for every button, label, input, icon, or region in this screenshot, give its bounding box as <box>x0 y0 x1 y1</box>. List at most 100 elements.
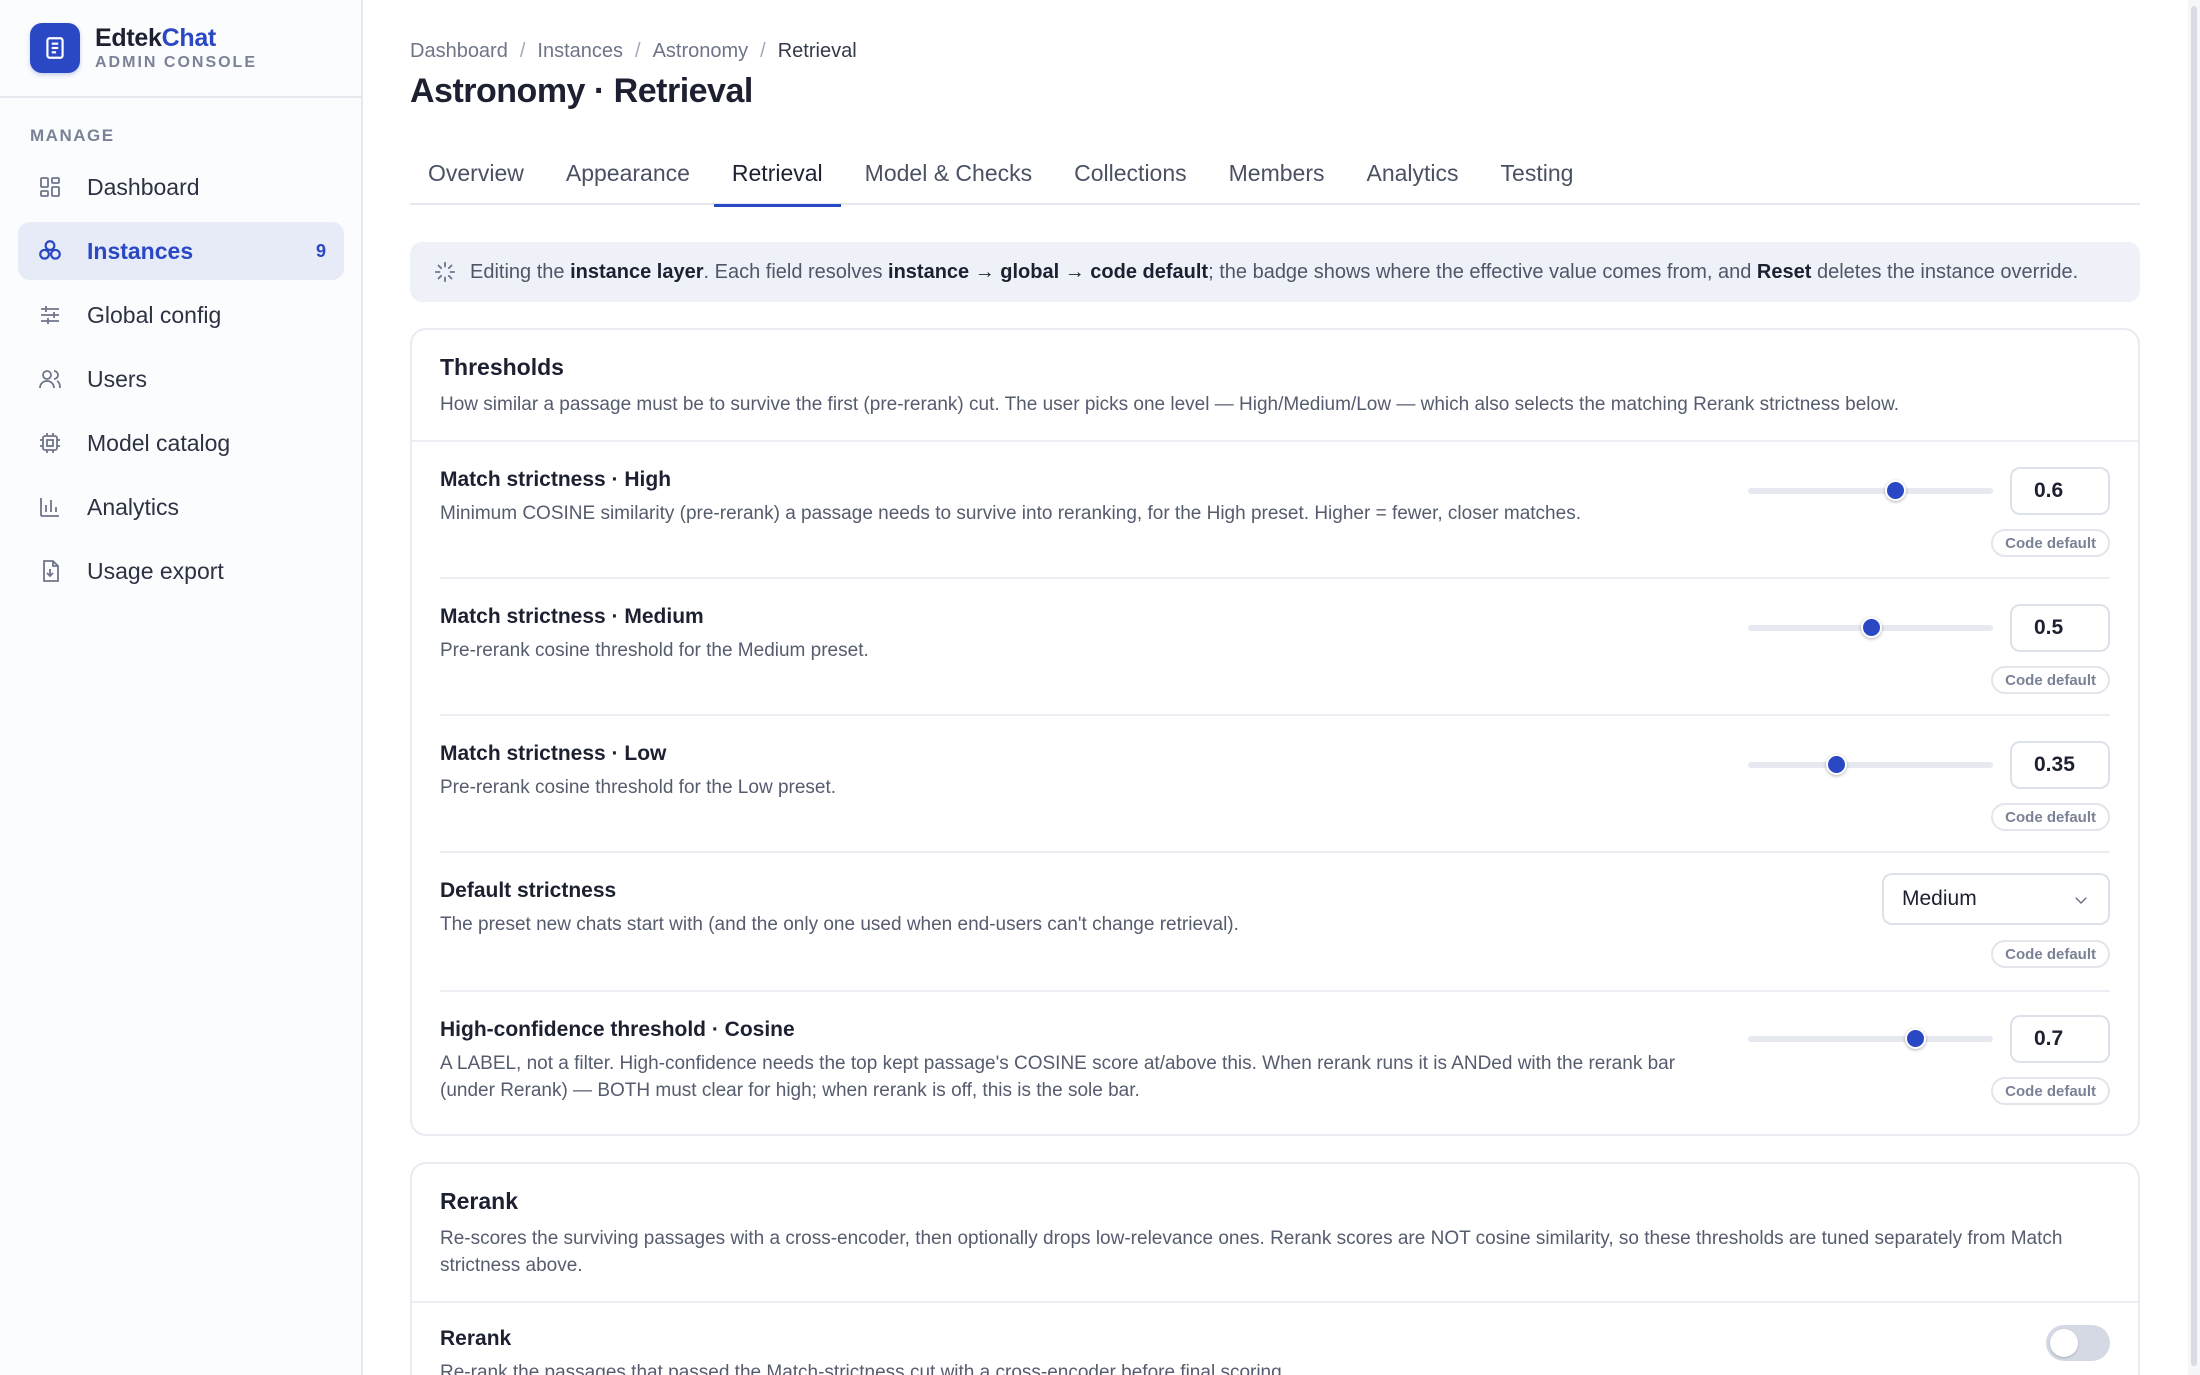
rerank-toggle[interactable] <box>2046 1325 2110 1361</box>
banner-text-2: . Each field resolves <box>703 260 889 283</box>
slider-thumb[interactable] <box>1885 480 1906 501</box>
card-title: Thresholds <box>440 354 564 380</box>
bar-chart-icon <box>36 493 64 521</box>
loader-icon <box>434 261 456 283</box>
high-confidence-slider[interactable] <box>1748 1028 1993 1049</box>
breadcrumb: Dashboard / Instances / Astronomy / Retr… <box>410 40 857 63</box>
tab-collections[interactable]: Collections <box>1056 148 1205 205</box>
tab-analytics[interactable]: Analytics <box>1349 148 1477 205</box>
source-badge: Code default <box>1991 940 2110 968</box>
match-high-input[interactable]: 0.6 <box>2010 467 2110 515</box>
sliders-icon <box>36 301 64 329</box>
setting-title: Match strictness · Low <box>440 742 667 765</box>
app-name: EdtekChat <box>95 24 257 52</box>
rerank-card: Rerank Re-scores the surviving passages … <box>410 1162 2140 1375</box>
match-low-input[interactable]: 0.35 <box>2010 741 2110 789</box>
banner-text-4: deletes the instance override. <box>1811 260 2079 283</box>
setting-row-high-confidence: High-confidence threshold · Cosine A LAB… <box>440 992 2110 1134</box>
sidebar-item-instances[interactable]: Instances 9 <box>18 222 344 280</box>
breadcrumb-separator: / <box>519 40 526 62</box>
brand: EdtekChat ADMIN CONSOLE <box>0 0 361 98</box>
setting-description: A LABEL, not a filter. High-confidence n… <box>440 1053 1676 1101</box>
instances-count-badge: 9 <box>315 240 326 261</box>
default-strictness-select[interactable]: Medium <box>1882 873 2110 925</box>
app-logo-icon[interactable] <box>30 23 80 73</box>
slider-thumb[interactable] <box>1826 754 1848 775</box>
rerank-card-header: Rerank Re-scores the surviving passages … <box>412 1164 2138 1303</box>
breadcrumb-item-astronomy[interactable]: Astronomy <box>653 40 749 63</box>
slider-thumb[interactable] <box>1904 1028 1926 1049</box>
match-medium-slider[interactable] <box>1748 617 1993 638</box>
tab-appearance[interactable]: Appearance <box>548 148 708 205</box>
tab-retrieval[interactable]: Retrieval <box>713 148 841 207</box>
file-download-icon <box>36 557 64 585</box>
banner-text: Editing the instance layer. Each field r… <box>470 261 2078 284</box>
banner-text-1: Editing the <box>470 260 571 283</box>
setting-description: Re-rank the passages that passed the Mat… <box>440 1362 1287 1375</box>
setting-title: Match strictness · Medium <box>440 605 704 628</box>
setting-row-default-strictness: Default strictness The preset new chats … <box>440 853 2110 992</box>
card-title: Rerank <box>440 1188 518 1214</box>
sidebar-item-analytics[interactable]: Analytics <box>18 478 344 536</box>
tab-bar: Overview Appearance Retrieval Model & Ch… <box>410 148 2140 207</box>
breadcrumb-item-current: Retrieval <box>777 40 857 62</box>
source-badge: Code default <box>1991 803 2110 831</box>
tab-model-checks[interactable]: Model & Checks <box>847 148 1050 205</box>
setting-row-match-high: Match strictness · High Minimum COSINE s… <box>440 442 2110 579</box>
page-scrollbar[interactable] <box>2188 0 2200 1375</box>
card-description: Re-scores the surviving passages with a … <box>440 1228 2063 1276</box>
tab-testing[interactable]: Testing <box>1483 148 1592 205</box>
banner-emphasis-2: instance → global → code default <box>888 260 1209 283</box>
sidebar-item-label: Instances <box>87 237 194 264</box>
setting-description: The preset new chats start with (and the… <box>440 914 1239 935</box>
banner-emphasis-3: Reset <box>1756 260 1812 283</box>
setting-title: Match strictness · High <box>440 468 672 491</box>
info-banner: Editing the instance layer. Each field r… <box>410 242 2140 302</box>
sidebar-item-label: Analytics <box>87 493 180 520</box>
thresholds-card-header: Thresholds How similar a passage must be… <box>412 330 2138 442</box>
app-name-part2: Chat <box>161 24 217 52</box>
sidebar-item-label: Global config <box>87 301 222 328</box>
match-low-slider[interactable] <box>1748 754 1993 775</box>
high-confidence-input[interactable]: 0.7 <box>2010 1015 2110 1063</box>
match-high-slider[interactable] <box>1748 480 1993 501</box>
scrollbar-thumb[interactable] <box>2191 6 2197 1366</box>
tab-members[interactable]: Members <box>1211 148 1343 205</box>
banner-emphasis-1: instance layer <box>570 260 704 283</box>
toggle-knob <box>2050 1329 2078 1357</box>
users-icon <box>36 365 64 393</box>
setting-description: Minimum COSINE similarity (pre-rerank) a… <box>440 503 1581 524</box>
chevron-down-icon <box>2072 891 2090 915</box>
banner-text-3: ; the badge shows where the effective va… <box>1208 260 1757 283</box>
source-badge: Code default <box>1991 529 2110 557</box>
source-badge: Code default <box>1991 666 2110 694</box>
sidebar-nav: Dashboard Instances 9 Global config User… <box>18 158 344 606</box>
breadcrumb-item-instances[interactable]: Instances <box>537 40 623 63</box>
sidebar-item-global-config[interactable]: Global config <box>18 286 344 344</box>
setting-row-match-low: Match strictness · Low Pre-rerank cosine… <box>440 716 2110 853</box>
sidebar-item-label: Users <box>87 365 148 392</box>
slider-thumb[interactable] <box>1860 617 1882 638</box>
select-value: Medium <box>1902 887 1977 910</box>
sidebar-item-label: Usage export <box>87 557 224 584</box>
setting-title: High-confidence threshold · Cosine <box>440 1018 795 1041</box>
sidebar-item-label: Model catalog <box>87 429 231 456</box>
sidebar-item-usage-export[interactable]: Usage export <box>18 542 344 600</box>
sidebar-item-dashboard[interactable]: Dashboard <box>18 158 344 216</box>
sidebar-item-model-catalog[interactable]: Model catalog <box>18 414 344 472</box>
setting-title: Default strictness <box>440 879 617 902</box>
sidebar-item-users[interactable]: Users <box>18 350 344 408</box>
thresholds-card: Thresholds How similar a passage must be… <box>410 328 2140 1136</box>
tab-overview[interactable]: Overview <box>410 148 542 205</box>
card-description: How similar a passage must be to survive… <box>440 394 1900 415</box>
setting-row-rerank-toggle: Rerank Re-rank the passages that passed … <box>440 1303 2110 1375</box>
app-name-part1: Edtek <box>95 24 162 52</box>
page-title: Astronomy · Retrieval <box>410 72 753 110</box>
setting-description: Pre-rerank cosine threshold for the Low … <box>440 777 837 798</box>
setting-description: Pre-rerank cosine threshold for the Medi… <box>440 640 869 661</box>
app-subtitle: ADMIN CONSOLE <box>95 54 257 71</box>
grid-icon <box>36 173 64 201</box>
match-medium-input[interactable]: 0.5 <box>2010 604 2110 652</box>
breadcrumb-item-dashboard[interactable]: Dashboard <box>410 40 508 63</box>
source-badge: Code default <box>1991 1077 2110 1105</box>
